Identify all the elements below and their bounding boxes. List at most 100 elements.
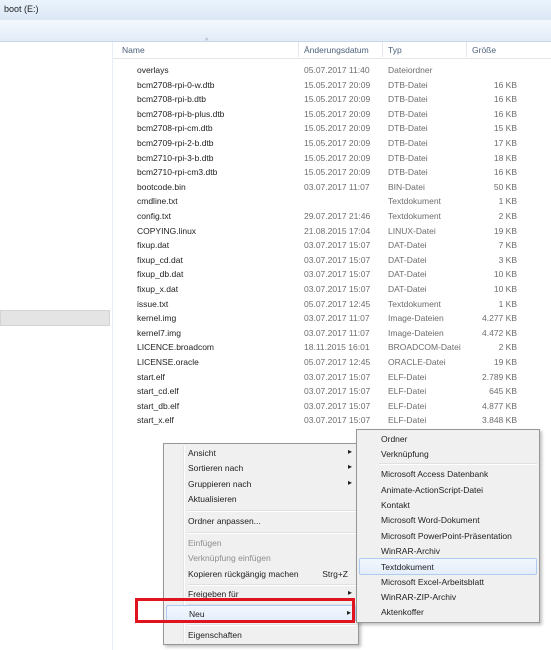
column-header-date[interactable]: Änderungsdatum: [304, 45, 369, 55]
new-item-ordner[interactable]: Ordner: [359, 431, 537, 446]
file-row[interactable]: kernel.img 03.07.2017 11:07 Image-Dateien 4…: [113, 311, 551, 326]
column-header-name[interactable]: Name: [122, 45, 145, 55]
menu-item-gruppieren[interactable]: Gruppieren nach ▸: [166, 476, 356, 491]
file-size: 16 KB: [493, 94, 517, 105]
new-item-word[interactable]: Microsoft Word-Dokument: [359, 512, 537, 527]
file-row[interactable]: bcm2708-rpi-b.dtb 15.05.2017 20:09 DTB-Dat…: [113, 92, 551, 107]
file-row[interactable]: bcm2708-rpi-0-w.dtb 15.05.2017 20:09 DTB-D…: [113, 78, 551, 93]
file-date: 15.05.2017 20:09: [304, 79, 371, 90]
navigation-pane[interactable]: [0, 42, 113, 650]
menu-item-sortieren[interactable]: Sortieren nach ▸: [166, 460, 356, 475]
file-type: DTB-Datei: [388, 79, 428, 90]
file-row[interactable]: bcm2710-rpi-3-b.dtb 15.05.2017 20:09 DTB-D…: [113, 151, 551, 166]
file-date: 21.08.2015 17:04: [304, 225, 371, 236]
file-date: 03.07.2017 15:07: [304, 400, 371, 411]
file-size: 3.848 KB: [482, 415, 517, 426]
file-name: fixup_cd.dat: [137, 254, 183, 265]
nav-selected-item[interactable]: [0, 310, 110, 326]
new-item-kontakt[interactable]: Kontakt: [359, 497, 537, 512]
file-row[interactable]: start_x.elf 03.07.2017 15:07 ELF-Datei 3.84…: [113, 413, 551, 428]
menu-item-aktualisieren[interactable]: Aktualisieren: [166, 491, 356, 506]
file-row[interactable]: issue.txt 05.07.2017 12:45 Textdokument 1 K…: [113, 297, 551, 312]
file-size: 3 KB: [498, 254, 517, 265]
file-row[interactable]: bcm2709-rpi-2-b.dtb 15.05.2017 20:09 DTB-D…: [113, 136, 551, 151]
file-type: ELF-Datei: [388, 415, 427, 426]
file-size: 2 KB: [498, 211, 517, 221]
file-name: start_cd.elf: [137, 386, 179, 397]
file-size: 19 KB: [493, 225, 517, 236]
file-row[interactable]: start.elf 03.07.2017 15:07 ELF-Datei 2.789 …: [113, 370, 551, 385]
new-item-winrar-zip[interactable]: WinRAR-ZIP-Archiv: [359, 589, 537, 604]
file-name: kernel7.img: [137, 327, 181, 338]
file-row[interactable]: COPYING.linux 21.08.2015 17:04 LINUX-Datei…: [113, 224, 551, 239]
file-row[interactable]: fixup.dat 03.07.2017 15:07 DAT-Datei 7 KB: [113, 238, 551, 253]
submenu-arrow-icon: ▸: [347, 462, 352, 471]
file-name: bootcode.bin: [137, 181, 186, 192]
file-date: 05.07.2017 12:45: [304, 298, 371, 309]
file-row[interactable]: bcm2710-rpi-cm3.dtb 15.05.2017 20:09 DTB-D…: [113, 165, 551, 180]
file-row[interactable]: fixup_x.dat 03.07.2017 15:07 DAT-Datei 10 K…: [113, 282, 551, 297]
file-row[interactable]: fixup_db.dat 03.07.2017 15:07 DAT-Datei 10 …: [113, 267, 551, 282]
file-row[interactable]: overlays 05.07.2017 11:40 Dateiordner: [113, 63, 551, 78]
column-header-size[interactable]: Größe: [472, 45, 496, 55]
file-name: overlays: [137, 65, 169, 75]
file-date: 15.05.2017 20:09: [304, 123, 371, 134]
file-row[interactable]: bootcode.bin 03.07.2017 11:07 BIN-Datei 50 …: [113, 180, 551, 195]
highlight-box: [135, 598, 355, 623]
file-date: 03.07.2017 15:07: [304, 415, 371, 426]
file-name: bcm2708-rpi-cm.dtb: [137, 123, 213, 134]
file-name: LICENSE.oracle: [137, 357, 199, 367]
file-row[interactable]: bcm2708-rpi-cm.dtb 15.05.2017 20:09 DTB-Da…: [113, 121, 551, 136]
file-row[interactable]: cmdline.txt Textdokument 1 KB: [113, 194, 551, 209]
file-type: DTB-Datei: [388, 167, 428, 178]
menu-separator: [188, 624, 356, 626]
menu-item-ansicht[interactable]: Ansicht ▸: [166, 445, 356, 460]
file-type: DTB-Datei: [388, 94, 428, 105]
file-name: cmdline.txt: [137, 196, 178, 207]
file-row[interactable]: bcm2708-rpi-b-plus.dtb 15.05.2017 20:09 DT…: [113, 107, 551, 122]
file-row[interactable]: LICENSE.oracle 05.07.2017 12:45 ORACLE-Dat…: [113, 355, 551, 370]
file-type: DTB-Datei: [388, 123, 428, 134]
menu-item-eigenschaften[interactable]: Eigenschaften: [166, 627, 356, 642]
new-item-textdokument[interactable]: Textdokument: [359, 558, 537, 575]
file-name: issue.txt: [137, 298, 169, 309]
file-name: LICENCE.broadcom: [137, 342, 215, 353]
menu-separator: [379, 463, 537, 465]
new-item-excel[interactable]: Microsoft Excel-Arbeitsblatt: [359, 574, 537, 589]
column-divider[interactable]: [298, 42, 299, 57]
file-row[interactable]: kernel7.img 03.07.2017 11:07 Image-Dateien…: [113, 326, 551, 341]
new-item-winrar[interactable]: WinRAR-Archiv: [359, 543, 537, 558]
file-size: 16 KB: [493, 79, 517, 90]
file-name: start_x.elf: [137, 415, 174, 426]
file-row[interactable]: config.txt 29.07.2017 21:46 Textdokument 2 …: [113, 209, 551, 224]
column-header-type[interactable]: Typ: [388, 45, 402, 55]
file-date: 03.07.2017 15:07: [304, 284, 371, 294]
file-size: 1 KB: [498, 196, 517, 207]
new-item-access[interactable]: Microsoft Access Datenbank: [359, 466, 537, 481]
file-name: bcm2710-rpi-3-b.dtb: [137, 152, 214, 163]
new-item-animate[interactable]: Animate-ActionScript-Datei: [359, 482, 537, 497]
menu-item-rueckgaengig[interactable]: Kopieren rückgängig machen Strg+Z: [166, 566, 356, 581]
menu-separator: [188, 532, 356, 534]
column-divider[interactable]: [466, 42, 467, 57]
file-row[interactable]: start_cd.elf 03.07.2017 15:07 ELF-Datei 645…: [113, 384, 551, 399]
file-name: config.txt: [137, 211, 172, 221]
file-date: 29.07.2017 21:46: [304, 211, 371, 221]
column-divider[interactable]: [382, 42, 383, 57]
menu-item-ordner-anpassen[interactable]: Ordner anpassen...: [166, 513, 356, 528]
file-type: DAT-Datei: [388, 254, 427, 265]
file-type: Image-Dateien: [388, 313, 444, 324]
new-item-powerpoint[interactable]: Microsoft PowerPoint-Präsentation: [359, 528, 537, 543]
file-row[interactable]: start_db.elf 03.07.2017 15:07 ELF-Datei 4.8…: [113, 399, 551, 414]
new-item-verknuepfung[interactable]: Verknüpfung: [359, 446, 537, 461]
menu-item-einfuegen: Einfügen: [188, 538, 222, 548]
file-type: BROADCOM-Datei: [388, 342, 461, 353]
new-item-aktenkoffer[interactable]: Aktenkoffer: [359, 604, 537, 619]
file-row[interactable]: LICENCE.broadcom 18.11.2015 16:01 BROADCOM…: [113, 340, 551, 355]
file-type: Dateiordner: [388, 65, 433, 75]
menu-separator: [188, 510, 356, 512]
toolbar: [0, 20, 551, 42]
file-date: 03.07.2017 15:07: [304, 386, 371, 397]
file-row[interactable]: fixup_cd.dat 03.07.2017 15:07 DAT-Datei 3 K…: [113, 253, 551, 268]
file-size: 645 KB: [489, 386, 517, 397]
